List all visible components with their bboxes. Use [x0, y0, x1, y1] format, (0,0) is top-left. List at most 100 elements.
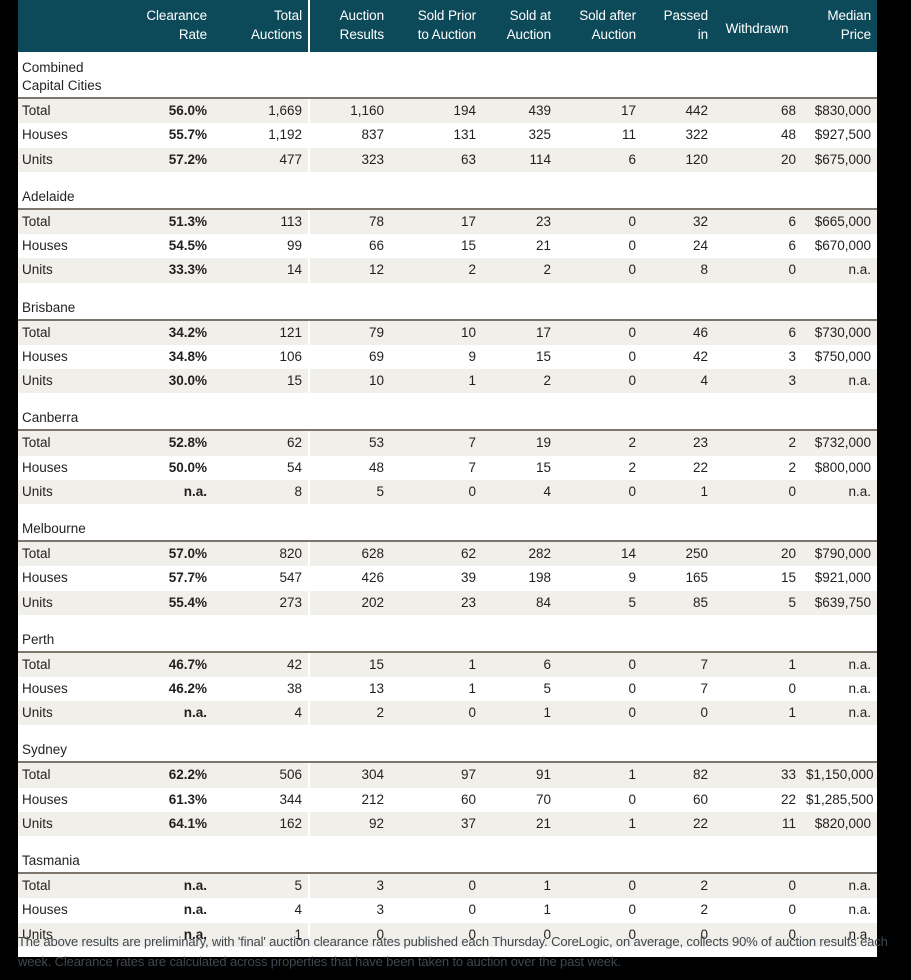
table-row: Units 57.2% 477 323 63 114 6 120 20 $675,000	[18, 147, 877, 172]
cell-sold_prior: 2	[390, 258, 482, 283]
cell-clearance_rate: n.a.	[130, 874, 213, 899]
cell-clearance_rate: 54.5%	[130, 234, 213, 259]
cell-total_auctions: 121	[213, 320, 308, 345]
cell-property_type: Houses	[18, 787, 130, 812]
cell-withdrawn: 11	[714, 811, 802, 837]
cell-withdrawn: 22	[714, 787, 802, 812]
cell-median_price: $1,150,000	[802, 763, 877, 788]
cell-median_price: n.a.	[802, 874, 877, 899]
cell-sold_at: 325	[482, 123, 557, 148]
cell-total_auctions: 273	[213, 590, 308, 615]
region-header-row: Combined Capital Cities	[18, 52, 877, 98]
cell-sold_after: 2	[557, 431, 642, 456]
cell-passed_in: 4	[642, 369, 714, 394]
region-header-row: Melbourne	[18, 516, 877, 541]
cell-median_price: $800,000	[802, 455, 877, 480]
cell-clearance_rate: 55.7%	[130, 123, 213, 148]
cell-sold_at: 6	[482, 652, 557, 677]
cell-sold_at: 2	[482, 369, 557, 394]
cell-withdrawn: 0	[714, 479, 802, 505]
cell-sold_prior: 37	[390, 811, 482, 837]
cell-sold_after: 0	[557, 787, 642, 812]
cell-sold_after: 0	[557, 701, 642, 726]
cell-auction_results: 12	[308, 258, 390, 283]
cell-passed_in: 24	[642, 234, 714, 259]
cell-property_type: Total	[18, 652, 130, 677]
column-header-passed_in: Passed in	[642, 0, 714, 53]
cell-median_price: $730,000	[802, 320, 877, 345]
table-row: Total 57.0% 820 628 62 282 14 250 20 $790,000	[18, 542, 877, 567]
cell-total_auctions: 477	[213, 147, 308, 172]
table-row: Total 56.0% 1,669 1,160 194 439 17 442 68 $830,00…	[18, 99, 877, 124]
cell-sold_after: 0	[557, 258, 642, 283]
spacer-cell	[18, 725, 877, 738]
cell-total_auctions: 15	[213, 369, 308, 394]
cell-property_type: Houses	[18, 123, 130, 148]
cell-sold_prior: 97	[390, 763, 482, 788]
cell-auction_results: 5	[308, 479, 390, 505]
cell-property_type: Houses	[18, 234, 130, 259]
cell-auction_results: 3	[308, 898, 390, 923]
cell-property_type: Houses	[18, 898, 130, 923]
cell-clearance_rate: 46.7%	[130, 652, 213, 677]
cell-total_auctions: 4	[213, 701, 308, 726]
cell-withdrawn: 6	[714, 209, 802, 235]
cell-property_type: Total	[18, 99, 130, 124]
cell-auction_results: 3	[308, 874, 390, 899]
cell-property_type: Units	[18, 811, 130, 837]
spacer-cell	[18, 504, 877, 517]
cell-clearance_rate: 34.2%	[130, 320, 213, 345]
cell-median_price: $639,750	[802, 590, 877, 615]
region-header-row: Adelaide	[18, 183, 877, 208]
group-spacer	[18, 725, 877, 738]
cell-sold_prior: 23	[390, 590, 482, 615]
cell-auction_results: 628	[308, 542, 390, 567]
cell-withdrawn: 68	[714, 99, 802, 124]
cell-clearance_rate: 56.0%	[130, 99, 213, 124]
cell-withdrawn: 1	[714, 652, 802, 677]
cell-median_price: n.a.	[802, 898, 877, 923]
cell-property_type: Houses	[18, 566, 130, 591]
cell-sold_at: 15	[482, 455, 557, 480]
group-spacer	[18, 282, 877, 295]
cell-total_auctions: 5	[213, 874, 308, 899]
cell-clearance_rate: 57.7%	[130, 566, 213, 591]
table-row: Houses n.a. 4 3 0 1 0 2 0 n.a.	[18, 898, 877, 923]
cell-passed_in: 322	[642, 123, 714, 148]
cell-sold_at: 15	[482, 344, 557, 370]
cell-withdrawn: 3	[714, 369, 802, 394]
cell-clearance_rate: 55.4%	[130, 590, 213, 615]
region-name: Sydney	[18, 737, 877, 762]
column-header-total_auctions: Total Auctions	[213, 0, 308, 53]
cell-sold_prior: 39	[390, 566, 482, 591]
table-row: Total 34.2% 121 79 10 17 0 46 6 $730,000	[18, 320, 877, 345]
table-row: Units n.a. 8 5 0 4 0 1 0 n.a.	[18, 479, 877, 505]
cell-sold_after: 0	[557, 320, 642, 345]
cell-sold_at: 21	[482, 234, 557, 259]
cell-total_auctions: 99	[213, 234, 308, 259]
cell-property_type: Houses	[18, 676, 130, 702]
cell-auction_results: 426	[308, 566, 390, 591]
cell-withdrawn: 20	[714, 147, 802, 172]
cell-sold_prior: 17	[390, 209, 482, 235]
cell-median_price: n.a.	[802, 369, 877, 394]
cell-total_auctions: 42	[213, 652, 308, 677]
cell-passed_in: 22	[642, 811, 714, 837]
cell-sold_after: 0	[557, 652, 642, 677]
region-name: Adelaide	[18, 183, 877, 208]
table-header: Clearance Rate Total Auctions Auction Resu…	[18, 0, 877, 53]
cell-withdrawn: 3	[714, 344, 802, 370]
cell-auction_results: 92	[308, 811, 390, 837]
cell-clearance_rate: 62.2%	[130, 763, 213, 788]
cell-withdrawn: 2	[714, 455, 802, 480]
cell-property_type: Units	[18, 479, 130, 505]
cell-sold_prior: 10	[390, 320, 482, 345]
cell-sold_prior: 1	[390, 369, 482, 394]
cell-sold_after: 0	[557, 369, 642, 394]
cell-sold_at: 84	[482, 590, 557, 615]
cell-auction_results: 202	[308, 590, 390, 615]
cell-sold_at: 2	[482, 258, 557, 283]
cell-sold_prior: 0	[390, 479, 482, 505]
table-row: Units 30.0% 15 10 1 2 0 4 3 n.a.	[18, 369, 877, 394]
column-header-property_type	[18, 0, 130, 53]
